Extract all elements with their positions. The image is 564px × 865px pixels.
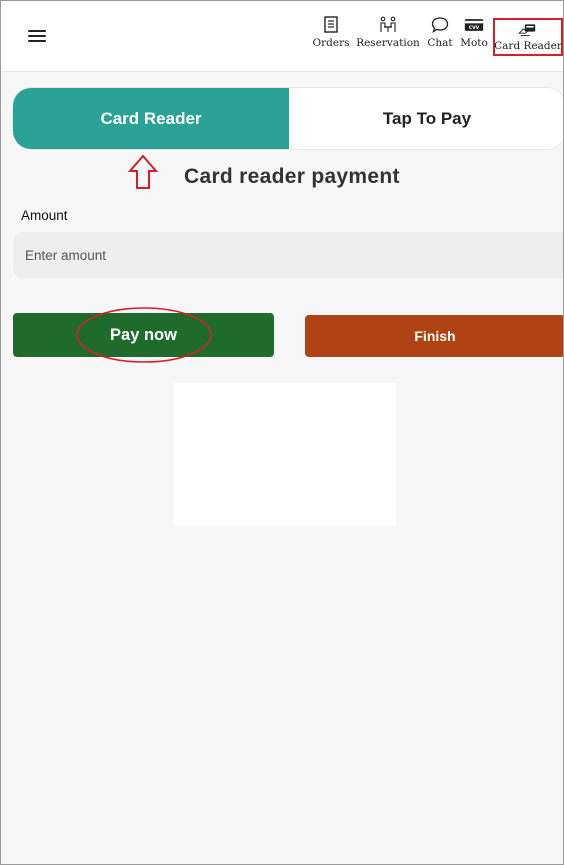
cvv-text: CVV (469, 25, 480, 31)
nav-moto[interactable]: CVV Moto (457, 15, 491, 59)
amount-input[interactable] (13, 232, 563, 278)
app-frame: Orders Reservation Chat CVV Moto Card Re… (0, 0, 564, 865)
nav-card-reader[interactable]: Card Reader (493, 18, 563, 56)
chat-bubble-icon (431, 17, 449, 33)
amount-label: Amount (21, 208, 68, 223)
finish-button[interactable]: Finish (305, 315, 563, 357)
annotation-arrow-up-icon (128, 154, 158, 189)
nav-reservation[interactable]: Reservation (355, 15, 421, 59)
nav-orders-label: Orders (312, 37, 350, 49)
nav-chat[interactable]: Chat (425, 15, 455, 59)
top-bar: Orders Reservation Chat CVV Moto Card Re… (1, 1, 563, 72)
nav-card-reader-label: Card Reader (494, 40, 562, 52)
cvv-card-icon: CVV (464, 19, 484, 31)
tab-card-reader[interactable]: Card Reader (13, 88, 289, 149)
nav-reservation-label: Reservation (356, 37, 420, 49)
page-title: Card reader payment (184, 165, 400, 188)
pay-now-button[interactable]: Pay now (13, 313, 274, 357)
reader-status-panel (174, 383, 396, 526)
tab-tap-to-pay[interactable]: Tap To Pay (289, 88, 563, 149)
orders-list-icon (324, 16, 338, 33)
payment-mode-tabs: Card Reader Tap To Pay (13, 88, 563, 149)
reservation-table-icon (380, 16, 396, 32)
nav-chat-label: Chat (427, 37, 453, 49)
nav-moto-label: Moto (460, 37, 488, 49)
hamburger-menu-icon[interactable] (28, 30, 46, 42)
card-reader-icon (518, 24, 536, 37)
nav-orders[interactable]: Orders (311, 15, 351, 59)
